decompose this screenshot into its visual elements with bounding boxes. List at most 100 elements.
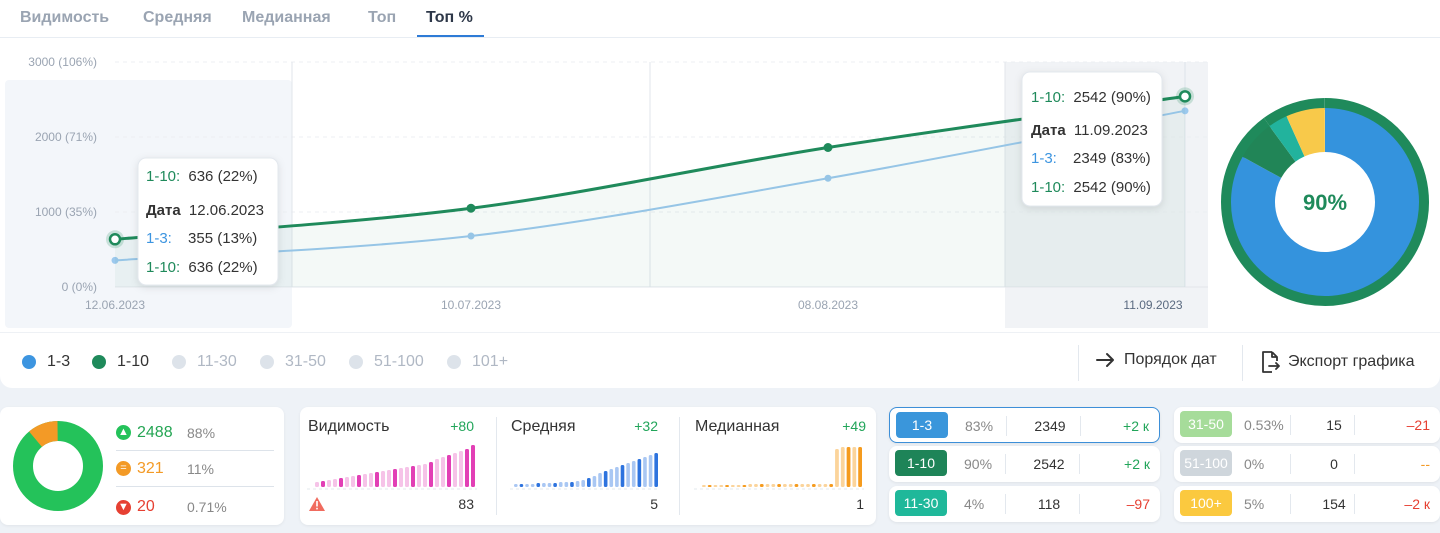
divider xyxy=(679,417,680,515)
metric-visibility-value: 83 xyxy=(458,496,474,512)
date-order-button[interactable]: Порядок дат xyxy=(1096,351,1217,369)
tooltip-left-r2-value: 636 (22%) xyxy=(188,259,257,276)
sparkline-bar xyxy=(553,483,557,487)
sparkline-bar xyxy=(794,484,799,487)
legend-dot xyxy=(349,355,363,369)
data-point-1-10-2[interactable] xyxy=(823,143,833,152)
sparkline-bar xyxy=(375,472,379,487)
sparkline-bar xyxy=(387,470,391,487)
legend-item-51-100[interactable]: 51-100 xyxy=(349,353,424,371)
sparkline-bar xyxy=(345,477,349,487)
sparkline-bar xyxy=(357,475,361,487)
legend-dot xyxy=(172,355,186,369)
legend-dot xyxy=(260,355,274,369)
sparkline-bar xyxy=(393,469,397,487)
rank-count: 0 xyxy=(1330,456,1338,472)
rank-change: –2 к xyxy=(1404,496,1430,512)
arrow-up-icon: ▲ xyxy=(116,425,131,440)
legend-item-31-50[interactable]: 31-50 xyxy=(260,353,326,371)
x-tick-3: 08.08.2023 xyxy=(798,298,858,312)
tooltip-right: 1-10: 2542 (90%) Дата 11.09.2023 1-3: 23… xyxy=(1021,71,1163,207)
sparkline-bar xyxy=(603,471,608,487)
svg-text:1-10: 2542 (90%): 1-10: 2542 (90%) xyxy=(1031,179,1151,196)
rank-pct: 83% xyxy=(965,418,994,434)
divider xyxy=(1078,345,1079,381)
tab-average[interactable]: Средняя xyxy=(143,9,212,27)
sparkline-bar xyxy=(351,476,355,487)
divider xyxy=(1079,494,1080,514)
sparkline-bar xyxy=(441,457,445,487)
donut-center-label: 90% xyxy=(1303,190,1347,215)
sparkline-bar xyxy=(817,484,822,487)
sparkline-bar xyxy=(777,484,781,487)
legend-item-1-10[interactable]: 1-10 xyxy=(92,353,149,371)
rank-row-right-2[interactable]: 100+ 5% 154 –2 к xyxy=(1174,486,1440,522)
legend-dot xyxy=(22,355,36,369)
sparkline-bar xyxy=(363,474,367,487)
tab-visibility[interactable]: Видимость xyxy=(20,9,109,27)
data-point-1-10-0[interactable] xyxy=(108,233,122,246)
y-tick-2000: 2000 (71%) xyxy=(35,130,97,144)
metric-median-title: Медианная xyxy=(695,418,780,435)
tooltip-left-r1-label: 1-3: xyxy=(146,230,172,247)
svg-text:Дата 11.09.2023: Дата 11.09.2023 xyxy=(1031,122,1148,139)
sparkline-bar xyxy=(725,485,729,487)
sparkline-bar xyxy=(411,466,415,487)
tooltip-left-date-label: Дата xyxy=(146,202,181,219)
rank-row-right-1[interactable]: 51-100 0% 0 -- xyxy=(1174,446,1440,482)
sparkline-bar xyxy=(754,484,758,487)
sparkline-bar xyxy=(570,482,574,487)
rank-row-left-2[interactable]: 11-30 4% 118 –97 xyxy=(889,486,1160,522)
legend-item-101-plus[interactable]: 101+ xyxy=(447,353,508,371)
tab-top[interactable]: Топ xyxy=(368,9,396,27)
sparkline-bar xyxy=(369,473,373,487)
rank-badge: 1-10 xyxy=(895,450,947,476)
stat-down-row: ▼ 20 0.71% xyxy=(116,489,274,525)
sparkline-bar xyxy=(321,481,325,487)
sparkline-bar xyxy=(547,483,552,487)
chart-legend: 1-3 1-10 11-30 31-50 51-100 101+ Порядок… xyxy=(0,332,1440,388)
metric-median-sparkline xyxy=(694,447,864,490)
sparkline-bar xyxy=(514,484,518,487)
summary-card: ▲ 2488 88% = 321 11% ▼ 20 0.71% xyxy=(0,407,284,525)
export-chart-button[interactable]: Экспорт графика xyxy=(1260,351,1415,373)
sparkline-bar xyxy=(581,480,585,487)
sparkline-bar xyxy=(858,447,862,487)
donut-up-segment xyxy=(13,421,103,511)
sparkline-bar xyxy=(339,478,343,487)
rank-row-right-0[interactable]: 31-50 0.53% 15 –21 xyxy=(1174,407,1440,443)
sparkline-bar xyxy=(459,451,463,487)
active-tab-indicator xyxy=(417,35,484,37)
rank-pct: 0.53% xyxy=(1244,417,1284,433)
x-tick-4: 11.09.2023 xyxy=(1123,298,1182,312)
divider xyxy=(1354,415,1355,435)
rank-badge: 1-3 xyxy=(896,412,948,438)
divider xyxy=(1006,416,1007,436)
svg-text:1-3: 2349 (83%): 1-3: 2349 (83%) xyxy=(1031,150,1151,167)
tooltip-left-r1-value: 355 (13%) xyxy=(188,230,257,247)
svg-text:1-10: 2542 (90%): 1-10: 2542 (90%) xyxy=(1031,89,1151,106)
sparkline-bar xyxy=(631,461,636,487)
legend-item-11-30[interactable]: 11-30 xyxy=(172,353,237,371)
data-point-1-10-3[interactable] xyxy=(1178,90,1192,103)
stat-eq-count: 321 xyxy=(137,459,164,477)
sparkline-bar xyxy=(417,465,421,487)
export-chart-label: Экспорт графика xyxy=(1288,353,1415,370)
tooltip-right-date-value: 11.09.2023 xyxy=(1074,122,1148,139)
data-point-1-10-1[interactable] xyxy=(466,203,476,213)
y-tick-3000: 3000 (106%) xyxy=(28,55,97,69)
warning-icon[interactable] xyxy=(308,496,326,517)
sparkline-bar xyxy=(800,484,805,487)
legend-item-1-3[interactable]: 1-3 xyxy=(22,353,70,371)
legend-dot xyxy=(92,355,106,369)
rank-badge: 31-50 xyxy=(1180,411,1232,437)
legend-label: 1-10 xyxy=(117,353,150,370)
sparkline-bar xyxy=(736,485,741,487)
rank-row-left-0[interactable]: 1-3 83% 2349 +2 к xyxy=(889,407,1160,443)
sparkline-bar xyxy=(846,447,851,487)
tab-median[interactable]: Медианная xyxy=(242,9,331,27)
divider xyxy=(496,417,497,515)
tab-top-percent[interactable]: Топ % xyxy=(426,9,473,27)
divider xyxy=(1290,415,1291,435)
rank-row-left-1[interactable]: 1-10 90% 2542 +2 к xyxy=(889,446,1160,482)
